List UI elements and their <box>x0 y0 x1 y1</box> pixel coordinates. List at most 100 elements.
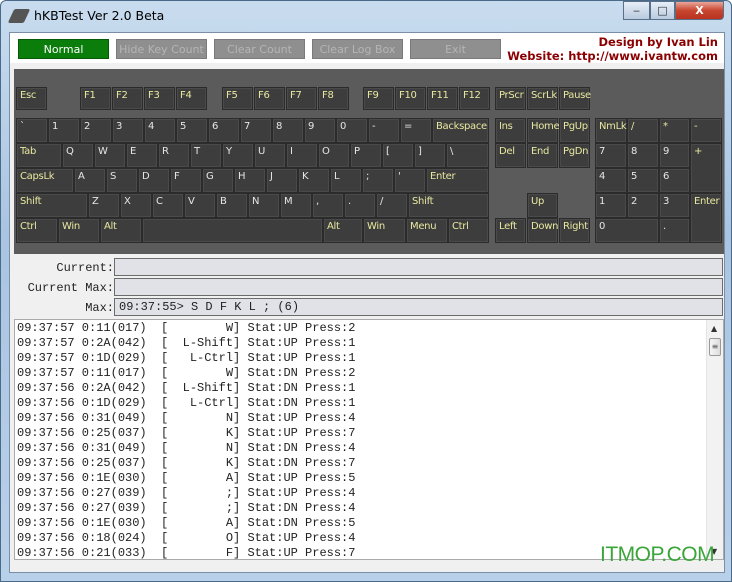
key-0: 0 <box>336 118 368 143</box>
log-line: 09:37:56 0:27(039) [ ;] Stat:UP Press:4 <box>17 486 356 500</box>
key-sym20: + <box>690 143 722 193</box>
app-icon <box>7 9 31 23</box>
key-y: Y <box>222 143 254 168</box>
current-max-field <box>114 278 723 296</box>
key-2: 2 <box>627 193 659 218</box>
key-7: 7 <box>595 143 627 168</box>
key-5: 5 <box>176 118 208 143</box>
key-left: Left <box>495 218 526 243</box>
key-sym10: ; <box>362 168 394 193</box>
log-line: 09:37:57 0:11(017) [ W] Stat:DN Press:2 <box>17 366 356 380</box>
minimize-button[interactable]: ‒ <box>623 1 650 20</box>
key-sym12: = <box>400 118 432 143</box>
key-f12: F12 <box>459 87 490 110</box>
log-line: 09:37:56 0:1E(030) [ A] Stat:DN Press:5 <box>17 516 356 530</box>
key-f9: F9 <box>363 87 394 110</box>
key-w: W <box>94 143 126 168</box>
key-l: L <box>330 168 362 193</box>
log-line: 09:37:57 0:2A(042) [ L-Shift] Stat:UP Pr… <box>17 336 356 350</box>
key-sym11: ' <box>394 168 426 193</box>
key-space <box>142 218 323 243</box>
scroll-up-arrow-icon[interactable]: ▲ <box>711 324 717 333</box>
key-f1: F1 <box>80 87 111 110</box>
key-down: Down <box>527 218 558 243</box>
log-line: 09:37:56 0:21(033) [ F] Stat:UP Press:7 <box>17 546 356 560</box>
key-scrlk: ScrLk <box>527 87 558 110</box>
keyboard: Esc F1 F2 F3 F4 F5 F6 F7 F8 F9 F10 F11 F12 PrScr ScrLk… <box>14 69 724 254</box>
log-line: 09:37:56 0:1D(029) [ L-Ctrl] Stat:DN Pre… <box>17 396 356 410</box>
key-5: 5 <box>627 168 659 193</box>
clear-log-box-button[interactable]: Clear Log Box <box>312 39 403 59</box>
key-9: 9 <box>659 143 690 168</box>
key-3: 3 <box>659 193 690 218</box>
scroll-thumb[interactable]: ≡ <box>709 338 721 356</box>
credit-author: Design by Ivan Lin <box>598 35 718 49</box>
app-window: hKBTest Ver 2.0 Beta ‒ □ X Normal Hide K… <box>0 0 732 582</box>
title-bar[interactable]: hKBTest Ver 2.0 Beta ‒ □ X <box>1 1 731 31</box>
key-c: C <box>152 193 184 218</box>
key-1: 1 <box>595 193 627 218</box>
key-e: E <box>126 143 158 168</box>
key-capslk: CapsLk <box>16 168 74 193</box>
key-6: 6 <box>659 168 690 193</box>
log-box[interactable]: 09:37:57 0:11(017) [ W] Stat:UP Press:2 0… <box>14 319 724 560</box>
key-right: Right <box>559 218 590 243</box>
key-6: 6 <box>208 118 240 143</box>
maximize-button[interactable]: □ <box>650 1 675 20</box>
key-sym18: / <box>627 118 659 143</box>
toolbar: Normal Hide Key Count Clear Count Clear … <box>10 33 724 63</box>
key-0: 0 <box>595 218 659 243</box>
key-sym9: . <box>344 193 376 218</box>
key-prscr: PrScr <box>495 87 526 110</box>
log-scrollbar[interactable]: ▲ ≡ ▼ <box>706 320 723 559</box>
key-2: 2 <box>80 118 112 143</box>
key-s: S <box>106 168 138 193</box>
key-f5: F5 <box>222 87 253 110</box>
key-sym20: - <box>690 118 722 143</box>
clear-count-button[interactable]: Clear Count <box>214 39 305 59</box>
key-f3: F3 <box>144 87 175 110</box>
key-f11: F11 <box>427 87 458 110</box>
current-field <box>114 258 723 276</box>
key-f2: F2 <box>112 87 143 110</box>
key-f8: F8 <box>318 87 349 110</box>
key-home: Home <box>527 118 560 143</box>
key-nmlk: NmLk <box>595 118 627 143</box>
window-title: hKBTest Ver 2.0 Beta <box>34 8 165 23</box>
key-q: Q <box>62 143 94 168</box>
client-area: Normal Hide Key Count Clear Count Clear … <box>9 32 725 573</box>
hide-key-count-button[interactable]: Hide Key Count <box>116 39 207 59</box>
key-4: 4 <box>595 168 627 193</box>
key-backspace: Backspace <box>432 118 489 143</box>
key-tab: Tab <box>16 143 62 168</box>
credit-website[interactable]: Website: http://www.ivantw.com <box>507 49 718 63</box>
key-m: M <box>280 193 312 218</box>
key-r: R <box>158 143 190 168</box>
key-ctrl: Ctrl <box>16 218 58 243</box>
key-win: Win <box>363 218 406 243</box>
close-button[interactable]: X <box>675 1 724 20</box>
key-k: K <box>298 168 330 193</box>
key-3: 3 <box>112 118 144 143</box>
key-menu: Menu <box>406 218 448 243</box>
log-line: 09:37:56 0:25(037) [ K] Stat:DN Press:7 <box>17 456 356 470</box>
key-7: 7 <box>240 118 272 143</box>
key-1: 1 <box>48 118 80 143</box>
normal-button[interactable]: Normal <box>18 39 109 59</box>
key-enter: Enter <box>690 193 722 243</box>
key-a: A <box>74 168 106 193</box>
current-max-label: Current Max: <box>27 281 114 295</box>
key-sym12: . <box>659 218 690 243</box>
key-f10: F10 <box>395 87 426 110</box>
max-label: Max: <box>85 301 114 315</box>
key-f4: F4 <box>176 87 207 110</box>
key-j: J <box>266 168 298 193</box>
key-win: Win <box>58 218 100 243</box>
key-sym8: , <box>312 193 344 218</box>
key-shift: Shift <box>16 193 88 218</box>
key-esc: Esc <box>16 87 47 110</box>
exit-button[interactable]: Exit <box>410 39 501 59</box>
log-line: 09:37:56 0:31(049) [ N] Stat:UP Press:4 <box>17 411 356 425</box>
current-label: Current: <box>56 261 114 275</box>
key-d: D <box>138 168 170 193</box>
